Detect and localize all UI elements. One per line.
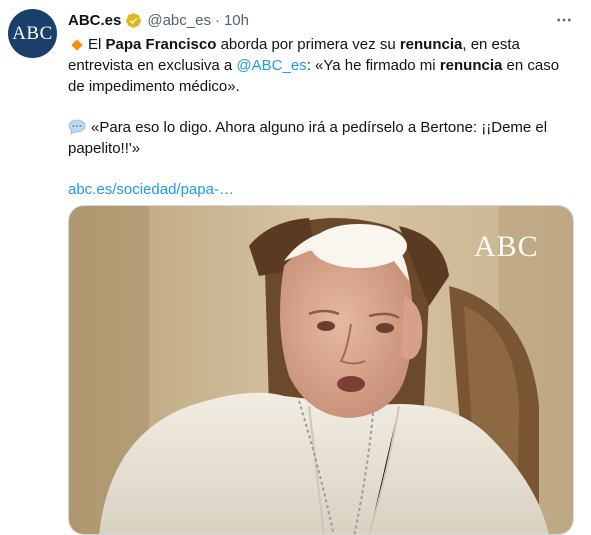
display-name[interactable]: ABC.es [68, 12, 121, 29]
separator-dot: · [214, 11, 220, 29]
bold-text: renuncia [439, 57, 503, 74]
orange-diamond-icon [71, 38, 83, 51]
text-segment: El [88, 36, 106, 53]
text-segment: aborda por primera vez su [216, 36, 400, 53]
avatar-text: ABC [12, 22, 53, 44]
verified-badge-icon [126, 12, 142, 28]
mention-link[interactable]: @ABC_es [236, 57, 306, 74]
tweet-header: ABC.es @abc_es · 10h [68, 10, 249, 30]
bold-text: Papa Francisco [105, 36, 217, 53]
timestamp[interactable]: 10h [224, 12, 249, 29]
more-horizontal-icon [557, 18, 571, 22]
tweet-text: El Papa Francisco aborda por primera vez… [68, 34, 578, 200]
handle[interactable]: @abc_es [147, 12, 211, 29]
more-options-button[interactable] [551, 10, 577, 30]
tweet-paragraph-1: El Papa Francisco aborda por primera vez… [68, 34, 578, 97]
tweet-media[interactable]: ABC [68, 205, 574, 535]
quote-text: «Para eso lo digo. Ahora alguno irá a pe… [68, 119, 548, 157]
avatar[interactable]: ABC [8, 9, 57, 58]
speech-balloon-icon [68, 119, 86, 135]
text-segment: : «Ya he firmado mi [306, 57, 440, 74]
abc-watermark: ABC [474, 230, 539, 263]
tweet-paragraph-3: abc.es/sociedad/papa-… [68, 179, 578, 200]
bold-text: renuncia [399, 36, 463, 53]
article-link[interactable]: abc.es/sociedad/papa-… [68, 181, 234, 198]
tweet-paragraph-2: «Para eso lo digo. Ahora alguno irá a pe… [68, 117, 578, 159]
